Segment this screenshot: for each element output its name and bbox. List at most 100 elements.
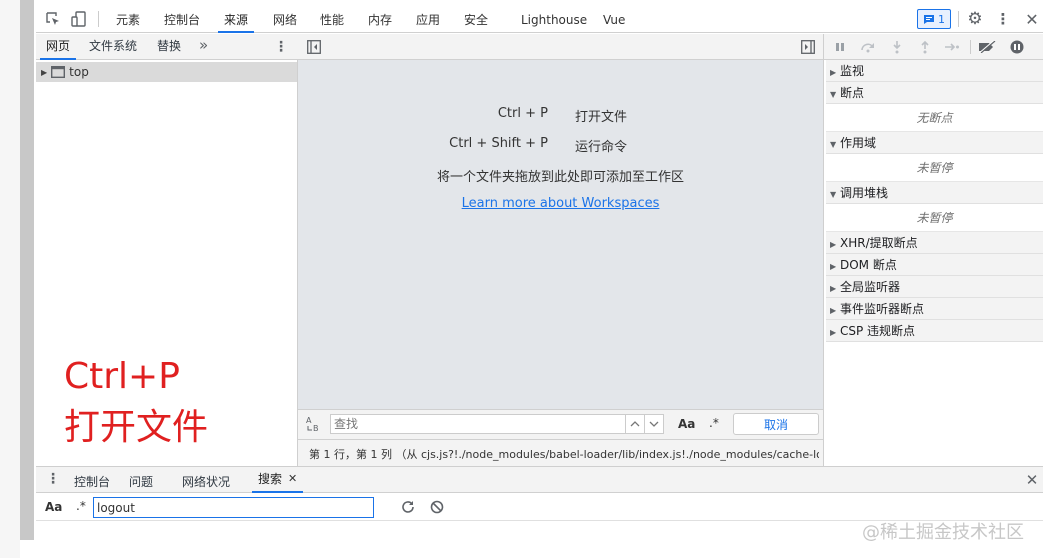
tab-performance[interactable]: 性能 <box>320 7 344 33</box>
device-toolbar-icon[interactable] <box>70 10 88 28</box>
breakpoints-empty-text: 无断点 <box>826 104 1043 132</box>
svg-text:A: A <box>306 416 312 425</box>
collapsed-triangle-icon: ▶ <box>830 240 837 249</box>
drawer-tab-search-label: 搜索 <box>258 472 283 486</box>
cursor-position-status: 第 1 行，第 1 列 （从 cjs.js?!./node_modules/ba… <box>309 448 819 461</box>
search-input[interactable] <box>93 497 374 518</box>
expanded-triangle-icon: ▼ <box>830 190 837 199</box>
call-stack-empty-text: 未暂停 <box>826 204 1043 232</box>
section-scope-label: 作用域 <box>840 136 877 150</box>
tab-application[interactable]: 应用 <box>416 7 440 33</box>
section-event-listener-breakpoints[interactable]: ▶ 事件监听器断点 <box>826 298 1043 320</box>
shortcut-key-run-command: Ctrl + Shift + P <box>449 136 548 151</box>
section-breakpoints-label: 断点 <box>840 86 865 100</box>
drawer-tab-console[interactable]: 控制台 <box>74 473 110 490</box>
replace-toggle-icon[interactable]: AB <box>304 414 322 434</box>
step-over-icon[interactable] <box>858 38 878 56</box>
editor-toolbar <box>298 34 823 60</box>
section-event-listener-label: 事件监听器断点 <box>840 302 925 316</box>
navigator-tab-overrides[interactable]: 替换 <box>157 34 181 58</box>
find-cancel-button[interactable]: 取消 <box>733 413 819 435</box>
watermark-text: @稀土掘金技术社区 <box>862 522 1024 543</box>
navigator-panel <box>36 34 298 466</box>
section-breakpoints[interactable]: ▼ 断点 <box>826 82 1043 104</box>
toolbar-divider <box>98 11 99 27</box>
annotation-shortcut-text: Ctrl+P <box>64 356 180 397</box>
section-global-listeners[interactable]: ▶ 全局监听器 <box>826 276 1043 298</box>
editor-area[interactable] <box>298 60 823 409</box>
tab-console[interactable]: 控制台 <box>164 7 200 33</box>
drawer-tab-issues[interactable]: 问题 <box>129 473 153 490</box>
tab-sources[interactable]: 来源 <box>218 7 255 33</box>
step-icon[interactable] <box>942 38 962 56</box>
expanded-triangle-icon: ▼ <box>830 90 837 99</box>
search-regex-button[interactable]: .* <box>76 499 86 513</box>
clear-search-icon[interactable] <box>429 498 445 516</box>
issues-count: 1 <box>938 12 945 26</box>
message-icon <box>923 14 935 25</box>
tree-item-label: top <box>69 65 89 79</box>
shortcut-key-open-file: Ctrl + P <box>497 106 548 121</box>
issues-badge[interactable]: 1 <box>917 9 951 29</box>
tab-elements[interactable]: 元素 <box>116 7 140 33</box>
learn-more-workspaces-link[interactable]: Learn more about Workspaces <box>298 196 823 211</box>
step-into-icon[interactable] <box>888 38 906 56</box>
close-drawer-icon[interactable]: ✕ <box>1024 471 1040 489</box>
section-csp-label: CSP 违规断点 <box>840 324 916 338</box>
more-options-icon[interactable]: ⋮ <box>996 10 1011 28</box>
tree-item-top[interactable]: ▶ top <box>36 62 297 82</box>
frame-icon <box>51 66 66 78</box>
collapsed-triangle-icon: ▶ <box>830 262 837 271</box>
expand-triangle-icon: ▶ <box>41 67 48 77</box>
find-match-case-button[interactable]: Aa <box>678 417 695 431</box>
drawer-tab-network-conditions[interactable]: 网络状况 <box>182 473 230 490</box>
tab-lighthouse[interactable]: Lighthouse <box>521 7 587 33</box>
drop-folder-hint: 将一个文件夹拖放到此处即可添加至工作区 <box>436 170 684 185</box>
inspect-element-icon[interactable] <box>44 10 62 28</box>
find-previous-chevron-up-icon[interactable] <box>626 414 645 434</box>
find-regex-button[interactable]: .* <box>709 416 719 430</box>
collapsed-triangle-icon: ▶ <box>830 328 837 337</box>
section-csp-breakpoints[interactable]: ▶ CSP 违规断点 <box>826 320 1043 342</box>
navigator-tab-page[interactable]: 网页 <box>40 34 77 60</box>
navigator-tab-filesystem[interactable]: 文件系统 <box>89 34 137 58</box>
pause-on-exceptions-icon[interactable] <box>1008 38 1026 56</box>
toolbar-divider <box>958 11 959 27</box>
tab-memory[interactable]: 内存 <box>368 7 392 33</box>
find-next-chevron-down-icon[interactable] <box>645 414 664 434</box>
collapsed-triangle-icon: ▶ <box>830 306 837 315</box>
section-xhr-label: XHR/提取断点 <box>840 236 918 250</box>
step-out-icon[interactable] <box>916 38 934 56</box>
section-scope[interactable]: ▼ 作用域 <box>826 132 1043 154</box>
section-call-stack[interactable]: ▼ 调用堆栈 <box>826 182 1043 204</box>
annotation-action-text: 打开文件 <box>64 407 209 448</box>
section-watch[interactable]: ▶ 监视 <box>826 60 1043 82</box>
tab-network[interactable]: 网络 <box>273 7 297 33</box>
find-input[interactable] <box>330 414 626 434</box>
shortcut-label-run-command: 运行命令 <box>575 140 628 155</box>
tab-vue[interactable]: Vue <box>603 7 625 33</box>
toggle-debugger-icon[interactable] <box>800 39 816 55</box>
tab-security[interactable]: 安全 <box>464 7 488 33</box>
navigator-more-tabs[interactable]: » <box>199 34 208 56</box>
expanded-triangle-icon: ▼ <box>830 140 837 149</box>
close-tab-icon[interactable]: ✕ <box>288 466 297 492</box>
section-call-stack-label: 调用堆栈 <box>840 186 889 200</box>
toggle-navigator-icon[interactable] <box>306 39 322 55</box>
scope-empty-text: 未暂停 <box>826 154 1043 182</box>
settings-gear-icon[interactable]: ⚙ <box>966 9 984 29</box>
pause-icon[interactable] <box>832 38 848 56</box>
drawer-tab-search[interactable]: 搜索 ✕ <box>252 466 304 493</box>
collapsed-triangle-icon: ▶ <box>830 284 837 293</box>
section-dom-breakpoints[interactable]: ▶ DOM 断点 <box>826 254 1043 276</box>
close-devtools-icon[interactable]: ✕ <box>1024 10 1040 29</box>
search-match-case-button[interactable]: Aa <box>45 500 62 514</box>
deactivate-breakpoints-icon[interactable] <box>977 38 997 56</box>
section-xhr-breakpoints[interactable]: ▶ XHR/提取断点 <box>826 232 1043 254</box>
svg-text:B: B <box>313 424 319 433</box>
refresh-icon[interactable] <box>400 498 416 516</box>
navigator-menu-icon[interactable]: ⋮ <box>274 38 288 56</box>
window-gutter <box>0 0 20 558</box>
drawer-menu-icon[interactable]: ⋮ <box>46 470 60 488</box>
window-scrollbar[interactable] <box>20 0 34 540</box>
